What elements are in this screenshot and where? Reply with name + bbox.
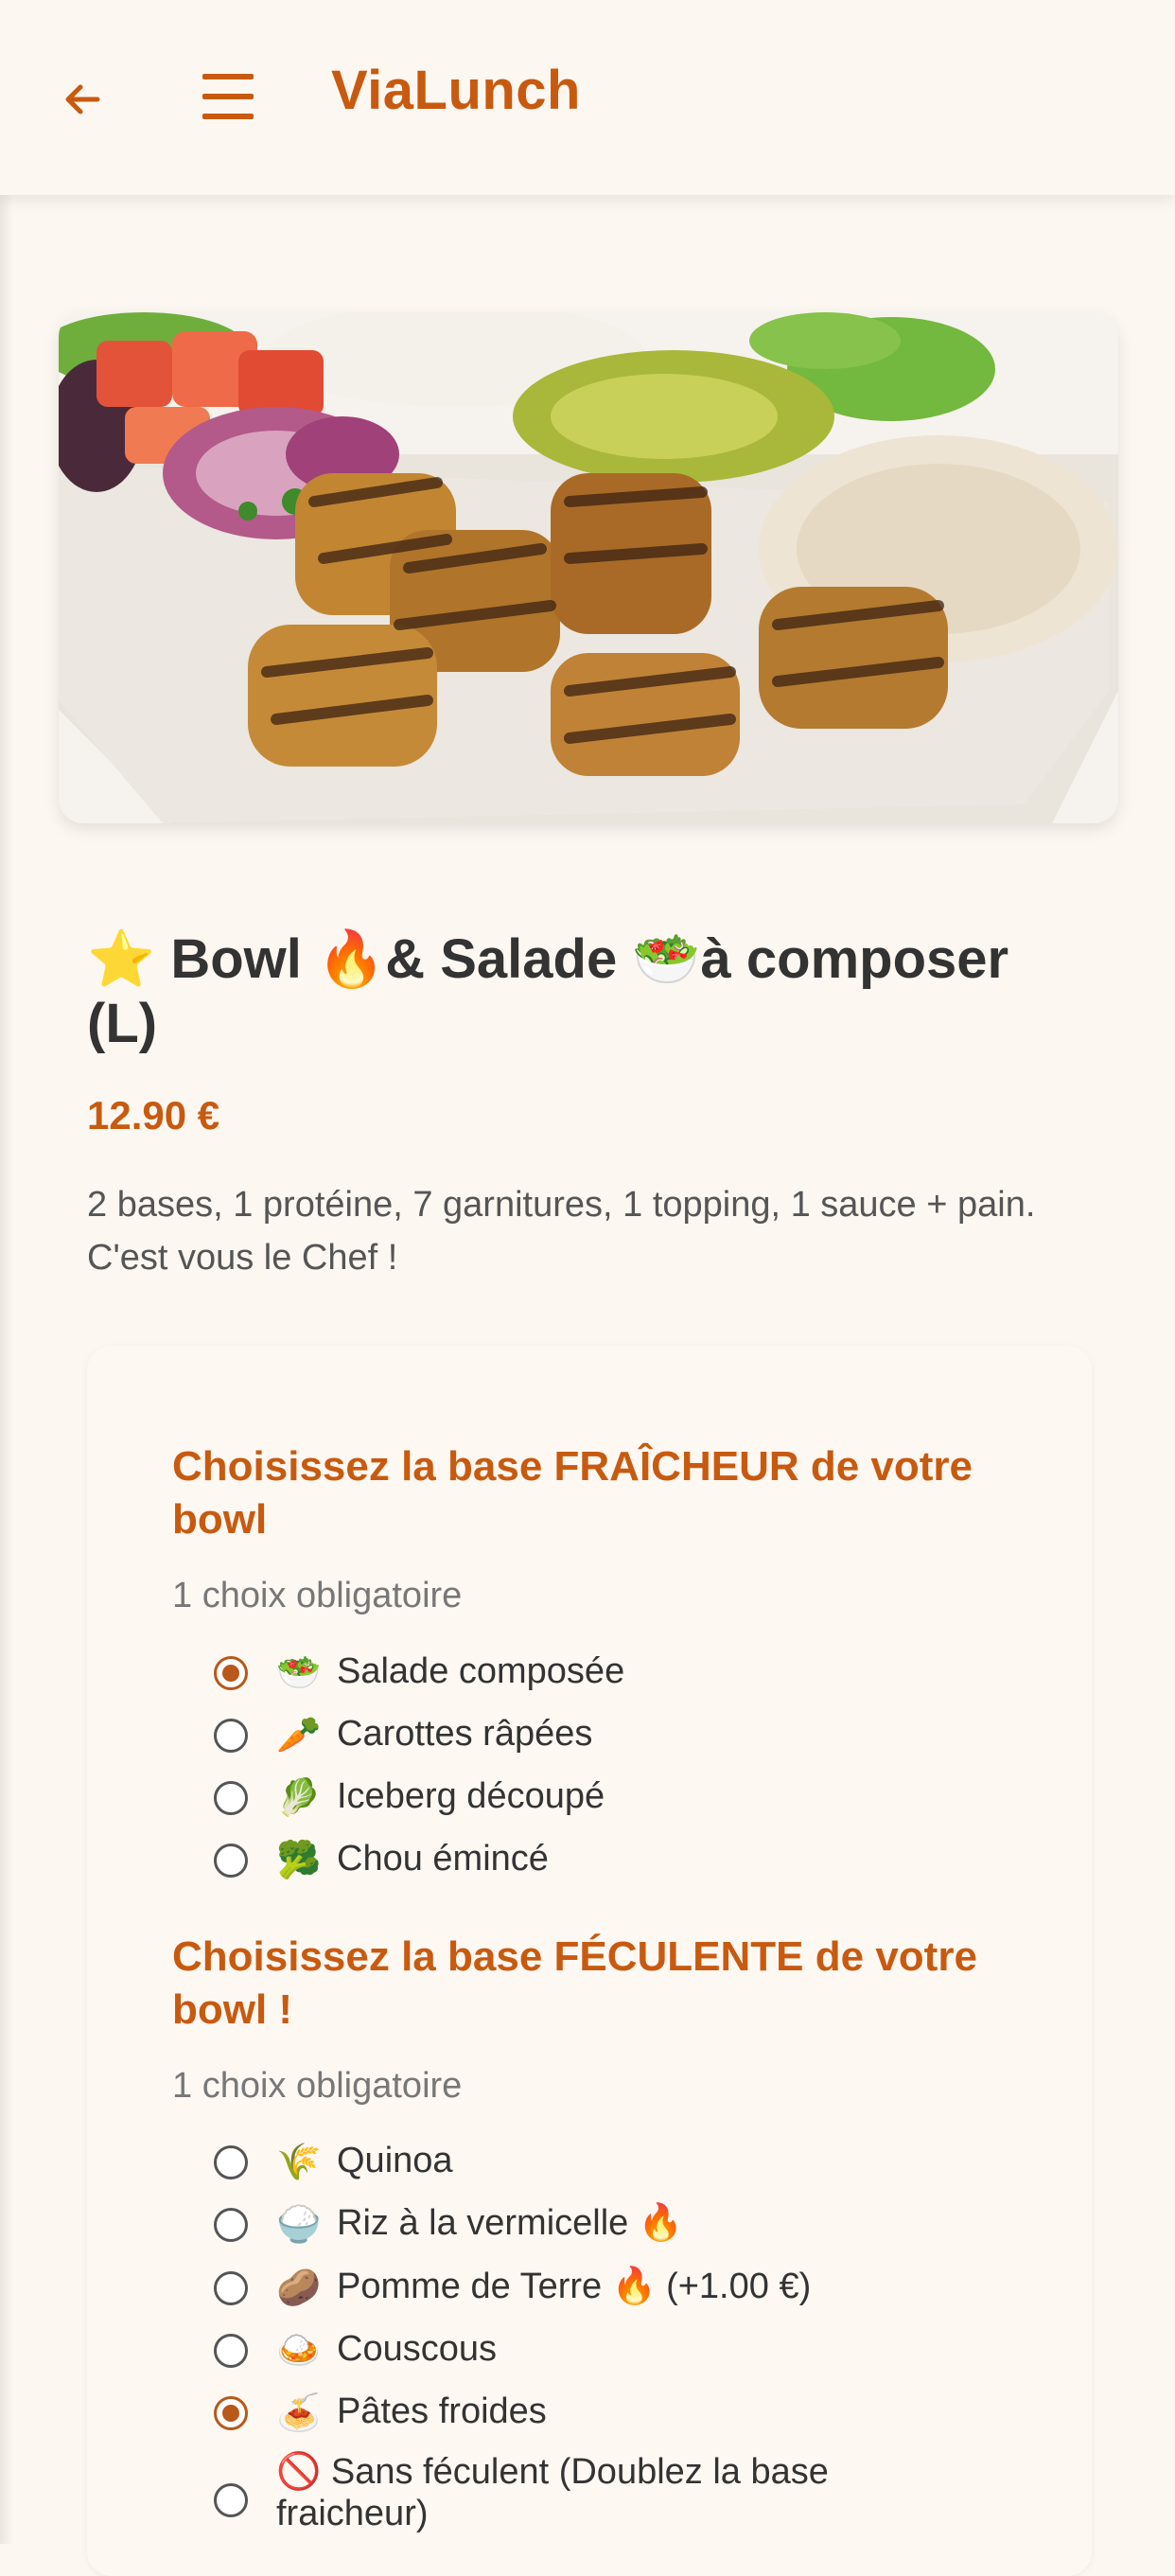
option-label: Carottes râpées — [337, 1714, 593, 1754]
option-label: Quinoa — [337, 2141, 453, 2180]
radio-button[interactable] — [214, 2208, 248, 2242]
radio-button[interactable] — [214, 2145, 248, 2179]
broccoli-icon: 🥦 — [276, 1841, 322, 1880]
group-subtitle-fraicheur: 1 choix obligatoire — [172, 1576, 463, 1615]
option-label: Sans féculent (Doublez la base fraicheur… — [276, 2452, 829, 2533]
radio-button[interactable] — [214, 1656, 248, 1690]
arrow-left-icon — [65, 84, 100, 115]
grain-icon: 🌾 — [276, 2143, 322, 2182]
page-edge-shadow — [0, 0, 13, 2544]
option-pates-froides[interactable]: 🍝 Pâtes froides — [214, 2387, 1046, 2440]
group-title-fraicheur: Choisissez la base FRAÎCHEUR de votre bo… — [172, 1443, 973, 1543]
group-title-feculente: Choisissez la base FÉCULENTE de votre bo… — [172, 1933, 977, 2033]
option-label: Iceberg découpé — [337, 1776, 605, 1816]
potato-icon: 🥔 — [276, 2268, 322, 2308]
product-title: ⭐ Bowl 🔥& Salade 🥗à composer (L) — [87, 928, 1009, 1054]
option-label: Pomme de Terre 🔥 — [337, 2267, 658, 2306]
option-label: Salade composée — [337, 1651, 625, 1691]
option-chou-emince[interactable]: 🥦 Chou émincé — [214, 1834, 1046, 1887]
option-label: Couscous — [337, 2329, 497, 2369]
option-label: Riz à la vermicelle 🔥 — [337, 2203, 684, 2243]
pasta-icon: 🍝 — [276, 2393, 322, 2433]
option-label: Pâtes froides — [337, 2391, 547, 2431]
radio-button[interactable] — [214, 2271, 248, 2305]
option-couscous[interactable]: 🍛 Couscous — [214, 2324, 1046, 2377]
back-button[interactable] — [49, 66, 115, 132]
option-label-with-emoji: 🚫 Sans féculent (Doublez la base fraiche… — [276, 2451, 938, 2534]
group-subtitle-feculente: 1 choix obligatoire — [172, 2066, 463, 2106]
lettuce-icon: 🥬 — [276, 1778, 322, 1818]
radio-button[interactable] — [214, 1781, 248, 1815]
salad-icon: 🥗 — [276, 1653, 322, 1693]
option-price-extra: (+1.00 €) — [666, 2267, 812, 2306]
option-quinoa[interactable]: 🌾 Quinoa — [214, 2136, 1046, 2189]
radio-button[interactable] — [214, 1719, 248, 1753]
radio-button[interactable] — [214, 2334, 248, 2368]
option-iceberg-decoupe[interactable]: 🥬 Iceberg découpé — [214, 1772, 1046, 1825]
bowl-image — [59, 312, 1118, 823]
option-riz-vermicelle[interactable]: 🍚 Riz à la vermicelle 🔥 — [214, 2198, 1046, 2251]
option-pomme-de-terre[interactable]: 🥔 Pomme de Terre 🔥 (+1.00 €) — [214, 2262, 1046, 2315]
option-label: Chou émincé — [337, 1839, 549, 1879]
product-image — [59, 312, 1118, 823]
prohibited-icon: 🚫 — [276, 2452, 322, 2492]
couscous-icon: 🍛 — [276, 2331, 322, 2371]
carrot-icon: 🥕 — [276, 1716, 322, 1756]
option-sans-feculent[interactable]: 🚫 Sans féculent (Doublez la base fraiche… — [214, 2451, 1046, 2542]
option-carottes-rapees[interactable]: 🥕 Carottes râpées — [214, 1709, 1046, 1762]
app-header: ViaLunch — [0, 0, 1175, 195]
radio-button[interactable] — [214, 2396, 248, 2430]
radio-button[interactable] — [214, 1844, 248, 1878]
app-title[interactable]: ViaLunch — [331, 59, 581, 122]
product-description: 2 bases, 1 protéine, 7 garnitures, 1 top… — [87, 1185, 1036, 1278]
menu-button[interactable] — [195, 59, 261, 134]
product-price: 12.90 € — [87, 1093, 220, 1138]
option-salade-composee[interactable]: 🥗 Salade composée — [214, 1647, 1046, 1700]
rice-icon: 🍚 — [276, 2205, 322, 2245]
hamburger-menu-icon — [202, 74, 254, 119]
radio-button[interactable] — [214, 2483, 248, 2517]
